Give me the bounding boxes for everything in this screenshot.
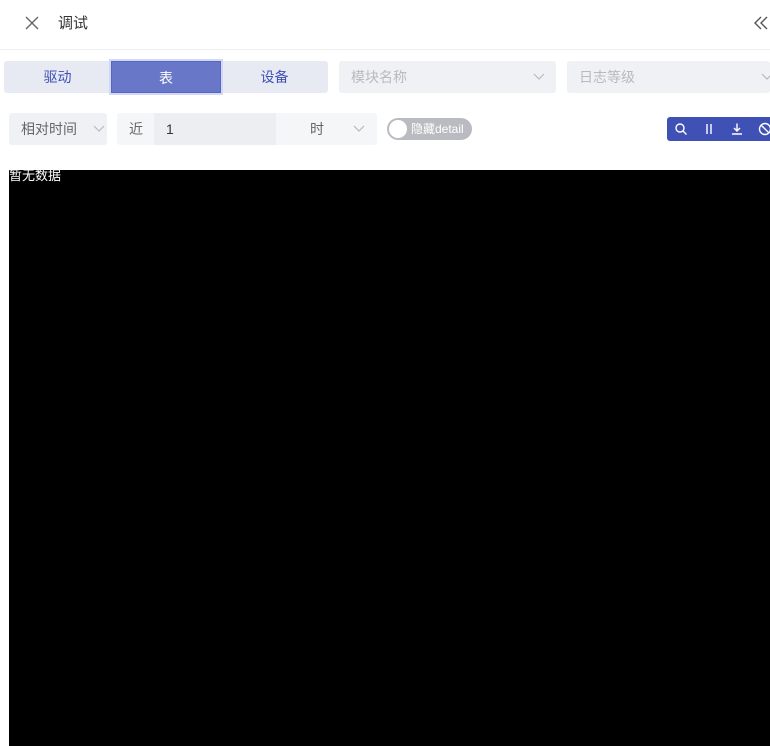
tab-driver[interactable]: 驱动 [4,61,111,93]
module-name-placeholder: 模块名称 [351,69,407,85]
clear-icon [758,122,770,136]
chevron-down-icon [761,73,770,80]
drawer-header: 调试 [0,0,770,50]
log-level-placeholder: 日志等级 [579,69,635,85]
tab-table[interactable]: 表 [111,61,221,93]
close-icon [25,16,39,30]
search-button[interactable] [667,117,695,141]
time-mode-value: 相对时间 [21,121,77,137]
drawer-title: 调试 [58,15,89,32]
hide-detail-label: 隐藏detail [411,122,464,136]
tab-device[interactable]: 设备 [221,61,328,93]
pause-icon [706,124,712,134]
toggle-knob [389,120,407,138]
time-mode-select[interactable]: 相对时间 [9,113,107,145]
download-button[interactable] [723,117,751,141]
target-segmented-control: 驱动 表 设备 [4,61,328,93]
close-button[interactable] [22,13,42,33]
console-toolbar [667,117,770,141]
clear-button[interactable] [751,117,770,141]
pause-button[interactable] [695,117,723,141]
hide-detail-toggle[interactable]: 隐藏detail [387,118,472,140]
range-unit-value: 时 [310,121,324,137]
log-console[interactable]: 暂无数据 [9,170,770,746]
download-icon [732,123,742,135]
search-icon [675,123,687,135]
near-label: 近 [129,121,143,137]
relative-range-group: 近 时 [117,113,377,145]
empty-state-text: 暂无数据 [9,169,62,184]
chevron-down-icon [353,125,365,132]
double-chevron-left-icon [754,16,768,30]
range-unit-select[interactable]: 时 [277,113,377,145]
chevron-down-icon [93,125,105,132]
chevron-down-icon [533,73,545,80]
range-amount-input[interactable] [154,113,276,145]
module-name-select[interactable]: 模块名称 [339,61,556,93]
collapse-button[interactable] [752,13,770,33]
log-level-select[interactable]: 日志等级 [567,61,770,93]
